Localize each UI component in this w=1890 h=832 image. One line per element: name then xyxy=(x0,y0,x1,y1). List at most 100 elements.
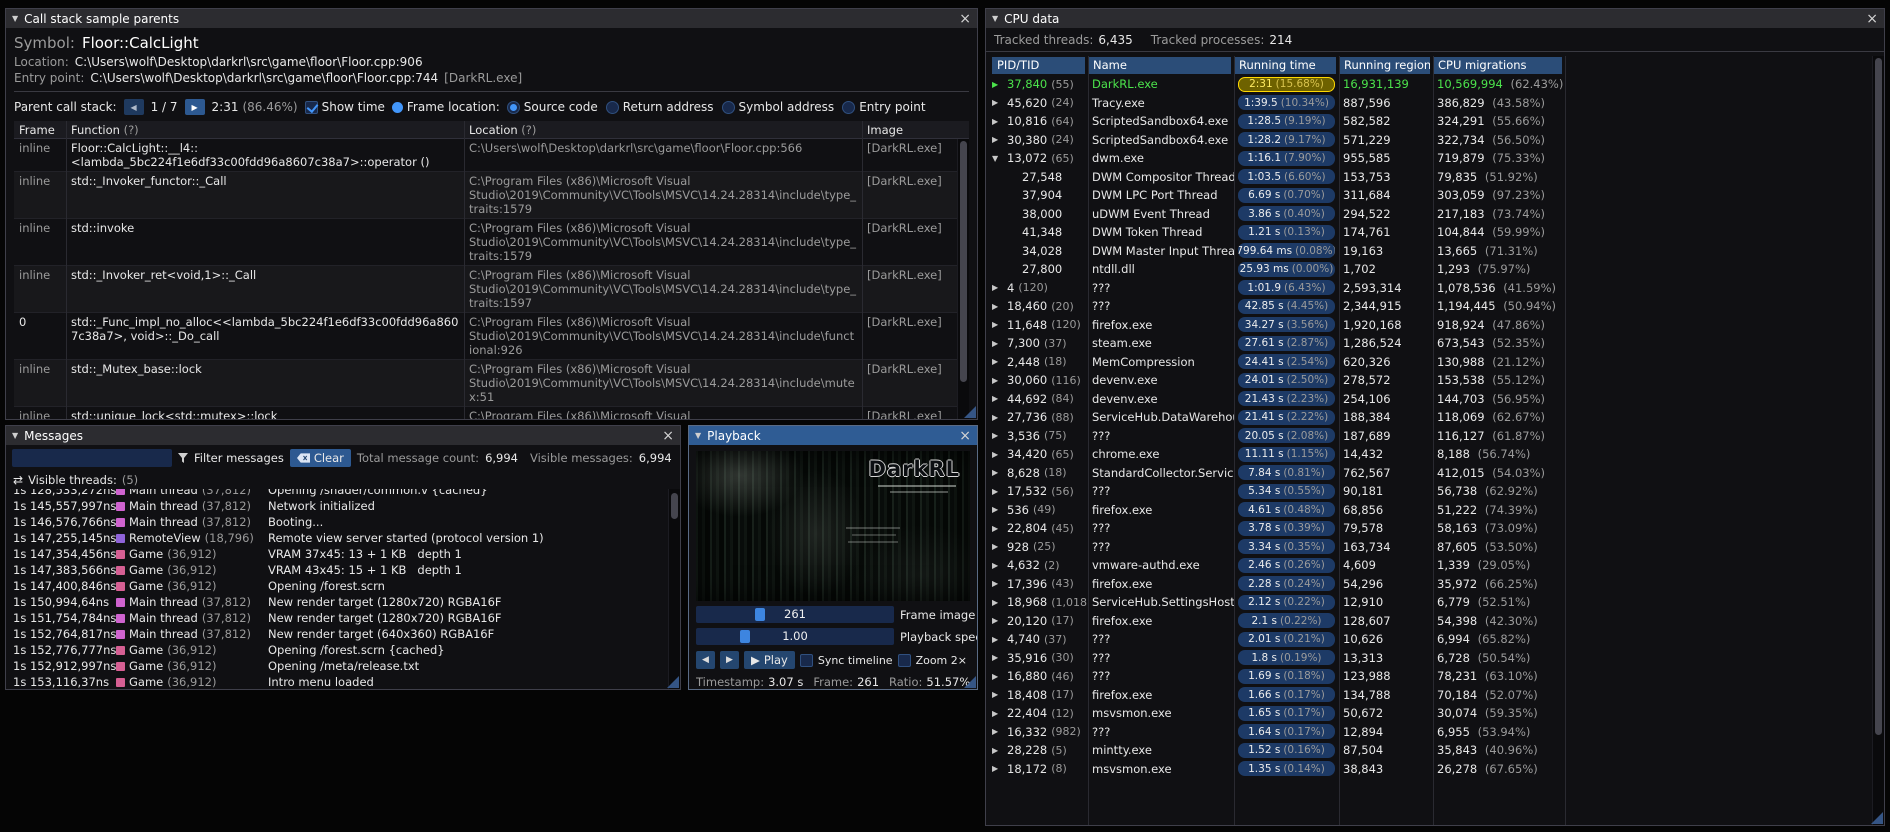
play-button[interactable]: ▶ Play xyxy=(744,651,795,669)
scrollbar[interactable] xyxy=(957,139,969,419)
cpu-row[interactable]: ▶ 22,804 (45) ??? 3.78 s (0.39%) 79,578 … xyxy=(986,519,1884,538)
message-row[interactable]: 1s 152,912,997ns Game (36,912) Opening /… xyxy=(6,658,666,674)
col-running-regions[interactable]: Running regions xyxy=(1339,57,1430,74)
cpu-row[interactable]: ▶ 18,968 (1,018) ServiceHub.SettingsHost… xyxy=(986,593,1884,612)
cpu-row[interactable]: ▶ 7,300 (37) steam.exe 27.61 s (2.87%) 1… xyxy=(986,334,1884,353)
cpu-row[interactable]: ▶ 16,880 (46) ??? 1.69 s (0.18%) 123,988… xyxy=(986,667,1884,686)
message-row[interactable]: 1s 147,354,456ns Game (36,912) VRAM 37x4… xyxy=(6,546,666,562)
prev-frame-button[interactable]: ◀ xyxy=(696,651,715,669)
collapse-icon[interactable]: ▼ xyxy=(12,14,18,23)
expand-icon[interactable]: ▶ xyxy=(992,579,1003,588)
message-row[interactable]: 1s 145,557,997ns Main thread (37,812) Ne… xyxy=(6,498,666,514)
filter-input[interactable] xyxy=(12,449,172,467)
cpu-row[interactable]: ▶ 8,628 (18) StandardCollector.Service.e… xyxy=(986,464,1884,483)
cpu-row[interactable]: ▶ 37,840 (55) DarkRL.exe 2:31 (15.68%) 1… xyxy=(986,75,1884,94)
cpu-row[interactable]: ▶ 17,396 (43) firefox.exe 2.28 s (0.24%)… xyxy=(986,575,1884,594)
callstack-row[interactable]: inline std::unique_lock<std::mutex>::loc… xyxy=(14,407,969,419)
cpu-row[interactable]: 37,904 DWM LPC Port Thread 6.69 s (0.70%… xyxy=(986,186,1884,205)
expand-icon[interactable]: ▶ xyxy=(992,690,1003,699)
message-row[interactable]: 1s 147,383,566ns Game (36,912) VRAM 43x4… xyxy=(6,562,666,578)
expand-icon[interactable]: ▶ xyxy=(992,450,1003,459)
cpu-titlebar[interactable]: ▼ CPU data × xyxy=(986,9,1884,28)
sync-timeline-checkbox[interactable] xyxy=(799,653,813,667)
scrollbar-thumb[interactable] xyxy=(960,141,967,382)
expand-icon[interactable]: ▶ xyxy=(992,598,1003,607)
visible-threads-row[interactable]: ⇄ Visible threads: (5) xyxy=(6,471,680,489)
expand-icon[interactable]: ▶ xyxy=(992,746,1003,755)
message-row[interactable]: 1s 147,255,145ns RemoteView (18,796) Rem… xyxy=(6,530,666,546)
col-location[interactable]: Location (?) xyxy=(464,123,862,137)
next-frame-button[interactable]: ▶ xyxy=(720,651,739,669)
message-row[interactable]: 1s 146,576,766ns Main thread (37,812) Bo… xyxy=(6,514,666,530)
callstack-row[interactable]: inline std::_Invoker_ret<void,1>::_Call … xyxy=(14,266,969,313)
col-image[interactable]: Image xyxy=(862,123,957,137)
expand-icon[interactable]: ▶ xyxy=(992,320,1003,329)
callstack-row[interactable]: inline std::_Mutex_base::lock C:\Program… xyxy=(14,360,969,407)
prev-callstack-button[interactable]: ◀ xyxy=(123,99,144,115)
callstack-row[interactable]: inline Floor::CalcLight::__l4::<lambda_5… xyxy=(14,139,969,172)
expand-icon[interactable]: ▶ xyxy=(992,80,1003,89)
expand-icon[interactable]: ▶ xyxy=(992,542,1003,551)
message-row[interactable]: 1s 128,533,272ns Main thread (37,812) Op… xyxy=(6,489,666,498)
cpu-row[interactable]: ▶ 17,532 (56) ??? 5.34 s (0.55%) 90,181 … xyxy=(986,482,1884,501)
scrollbar[interactable] xyxy=(1872,56,1884,825)
callstack-row[interactable]: inline std::_Invoker_functor::_Call C:\P… xyxy=(14,172,969,219)
cpu-row[interactable]: 38,000 uDWM Event Thread 3.86 s (0.40%) … xyxy=(986,205,1884,224)
frame-location-radio[interactable]: Entry point xyxy=(842,100,926,114)
frame-image[interactable]: DarkRL xyxy=(696,451,970,601)
cpu-row[interactable]: ▶ 18,408 (17) firefox.exe 1.66 s (0.17%)… xyxy=(986,686,1884,705)
expand-icon[interactable]: ▼ xyxy=(992,154,1003,163)
expand-icon[interactable]: ▶ xyxy=(992,117,1003,126)
cpu-row[interactable]: ▶ 4,632 (2) vmware-authd.exe 2.46 s (0.2… xyxy=(986,556,1884,575)
expand-icon[interactable]: ▶ xyxy=(992,764,1003,773)
expand-icon[interactable]: ▶ xyxy=(992,431,1003,440)
frame-location-radio[interactable]: Source code xyxy=(506,100,598,114)
cpu-row[interactable]: 41,348 DWM Token Thread 1.21 s (0.13%) 1… xyxy=(986,223,1884,242)
cpu-row[interactable]: ▼ 13,072 (65) dwm.exe 1:16.1 (7.90%) 955… xyxy=(986,149,1884,168)
cpu-row[interactable]: ▶ 34,420 (65) chrome.exe 11.11 s (1.15%)… xyxy=(986,445,1884,464)
expand-icon[interactable]: ▶ xyxy=(992,635,1003,644)
resize-grip[interactable] xyxy=(667,676,679,688)
close-icon[interactable]: × xyxy=(1866,12,1878,26)
cpu-row[interactable]: ▶ 4,740 (37) ??? 2.01 s (0.21%) 10,626 6… xyxy=(986,630,1884,649)
playback-titlebar[interactable]: ▼ Playback × xyxy=(689,426,977,445)
expand-icon[interactable]: ▶ xyxy=(992,727,1003,736)
col-pid-tid[interactable]: PID/TID xyxy=(992,57,1085,74)
col-function[interactable]: Function (?) xyxy=(66,123,464,137)
scrollbar-thumb[interactable] xyxy=(1875,58,1882,735)
cpu-row[interactable]: 34,028 DWM Master Input Thread 799.64 ms… xyxy=(986,242,1884,261)
expand-icon[interactable]: ▶ xyxy=(992,561,1003,570)
cpu-row[interactable]: ▶ 18,172 (8) msvsmon.exe 1.35 s (0.14%) … xyxy=(986,760,1884,779)
callstack-row[interactable]: inline std::invoke C:\Program Files (x86… xyxy=(14,219,969,266)
frame-location-radio[interactable]: Symbol address xyxy=(721,100,834,114)
message-row[interactable]: 1s 150,994,64ns Main thread (37,812) New… xyxy=(6,594,666,610)
close-icon[interactable]: × xyxy=(662,429,674,443)
expand-icon[interactable]: ▶ xyxy=(992,357,1003,366)
expand-icon[interactable]: ▶ xyxy=(992,302,1003,311)
expand-icon[interactable]: ▶ xyxy=(992,653,1003,662)
cpu-row[interactable]: ▶ 10,816 (64) ScriptedSandbox64.exe 1:28… xyxy=(986,112,1884,131)
zoom-2x-checkbox[interactable] xyxy=(897,653,911,667)
resize-grip[interactable] xyxy=(964,406,976,418)
scrollbar-thumb[interactable] xyxy=(671,493,678,519)
playback-speed-slider[interactable]: 1.00 xyxy=(696,628,894,645)
expand-icon[interactable]: ▶ xyxy=(992,98,1003,107)
cpu-row[interactable]: ▶ 3,536 (75) ??? 20.05 s (2.08%) 187,689… xyxy=(986,427,1884,446)
expand-icon[interactable]: ▶ xyxy=(992,616,1003,625)
clear-button[interactable]: Clear xyxy=(289,449,351,467)
cpu-row[interactable]: ▶ 45,620 (24) Tracy.exe 1:39.5 (10.34%) … xyxy=(986,94,1884,113)
cpu-row[interactable]: ▶ 22,404 (12) msvsmon.exe 1.65 s (0.17%)… xyxy=(986,704,1884,723)
message-row[interactable]: 1s 152,764,817ns Main thread (37,812) Ne… xyxy=(6,626,666,642)
callstack-titlebar[interactable]: ▼ Call stack sample parents × xyxy=(6,9,977,28)
message-row[interactable]: 1s 147,400,846ns Game (36,912) Opening /… xyxy=(6,578,666,594)
expand-icon[interactable]: ▶ xyxy=(992,487,1003,496)
expand-icon[interactable]: ▶ xyxy=(992,283,1003,292)
close-icon[interactable]: × xyxy=(959,429,971,443)
expand-icon[interactable]: ▶ xyxy=(992,135,1003,144)
collapse-icon[interactable]: ▼ xyxy=(992,14,998,23)
cpu-row[interactable]: ▶ 928 (25) ??? 3.34 s (0.35%) 163,734 87… xyxy=(986,538,1884,557)
close-icon[interactable]: × xyxy=(959,12,971,26)
message-row[interactable]: 1s 152,776,777ns Game (36,912) Opening /… xyxy=(6,642,666,658)
expand-icon[interactable]: ▶ xyxy=(992,505,1003,514)
expand-icon[interactable]: ▶ xyxy=(992,468,1003,477)
